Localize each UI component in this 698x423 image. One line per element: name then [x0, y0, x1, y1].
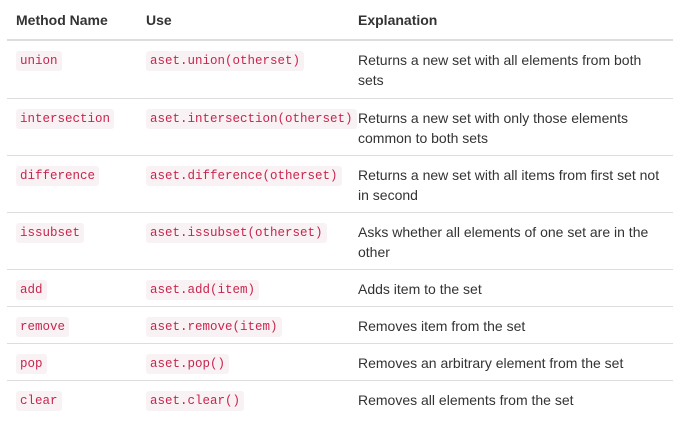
method-explanation: Returns a new set with all items from fi…: [358, 167, 660, 203]
table-row: issubset aset.issubset(otherset) Asks wh…: [7, 212, 673, 269]
table-row: intersection aset.intersection(otherset)…: [7, 98, 673, 155]
method-explanation: Removes an arbitrary element from the se…: [358, 355, 624, 371]
method-name: issubset: [16, 223, 85, 243]
set-methods-table: Method Name Use Explanation union aset.u…: [7, 0, 673, 417]
method-name: remove: [16, 317, 70, 337]
table-row: remove aset.remove(item) Removes item fr…: [7, 306, 673, 343]
method-explanation: Asks whether all elements of one set are…: [358, 224, 649, 260]
method-explanation: Adds item to the set: [358, 281, 482, 297]
table-row: add aset.add(item) Adds item to the set: [7, 269, 673, 306]
header-explanation: Explanation: [358, 11, 438, 28]
method-usage: aset.add(item): [146, 280, 260, 300]
table-row: union aset.union(otherset) Returns a new…: [7, 41, 673, 98]
header-method-name: Method Name: [16, 11, 108, 28]
method-explanation: Returns a new set with only those elemen…: [358, 110, 629, 146]
table-row: pop aset.pop() Removes an arbitrary elem…: [7, 343, 673, 380]
method-name: intersection: [16, 109, 115, 129]
header-use: Use: [146, 11, 172, 28]
table-row: clear aset.clear() Removes all elements …: [7, 380, 673, 417]
method-explanation: Removes item from the set: [358, 318, 526, 334]
method-usage: aset.remove(item): [146, 317, 282, 337]
method-usage: aset.intersection(otherset): [146, 109, 357, 129]
method-usage: aset.difference(otherset): [146, 166, 342, 186]
method-name: clear: [16, 391, 62, 411]
method-explanation: Removes all elements from the set: [358, 392, 574, 408]
method-usage: aset.clear(): [146, 391, 245, 411]
method-name: pop: [16, 354, 47, 374]
method-usage: aset.issubset(otherset): [146, 223, 327, 243]
method-name: difference: [16, 166, 100, 186]
method-explanation: Returns a new set with all elements from…: [358, 52, 642, 88]
method-name: union: [16, 51, 62, 71]
table-header-row: Method Name Use Explanation: [7, 0, 673, 41]
method-name: add: [16, 280, 47, 300]
table-row: difference aset.difference(otherset) Ret…: [7, 155, 673, 212]
method-usage: aset.pop(): [146, 354, 230, 374]
method-usage: aset.union(otherset): [146, 51, 305, 71]
